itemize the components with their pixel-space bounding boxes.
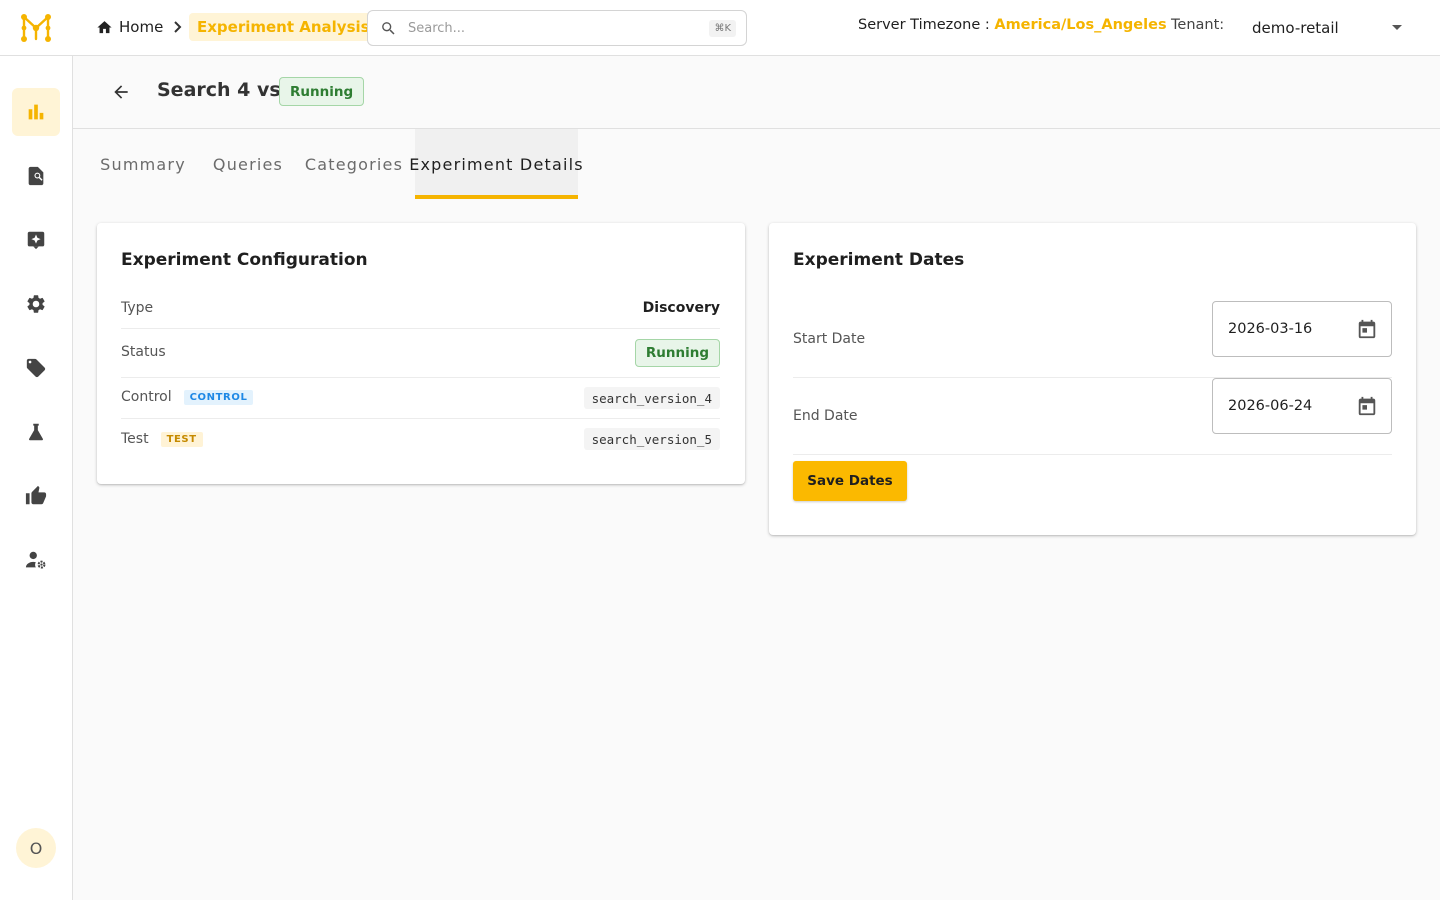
start-date-row: Start Date 2026-03-16 bbox=[793, 301, 1392, 378]
start-date-label: Start Date bbox=[793, 331, 866, 347]
gear-icon bbox=[27, 295, 45, 313]
control-chip: CONTROL bbox=[183, 389, 254, 405]
calendar-icon[interactable] bbox=[1356, 395, 1378, 417]
sidebar-item-settings[interactable] bbox=[12, 280, 60, 328]
status-badge: Running bbox=[634, 339, 720, 367]
sparkle-box-icon bbox=[27, 231, 45, 250]
tab-queries[interactable]: Queries bbox=[211, 129, 285, 199]
control-label: Control bbox=[121, 389, 172, 405]
tenant-label: Tenant: bbox=[1171, 17, 1225, 33]
chevron-right-icon bbox=[174, 21, 182, 33]
server-timezone: Server Timezone : America/Los_Angeles bbox=[858, 17, 1167, 33]
back-button[interactable] bbox=[109, 80, 133, 104]
status-label: Status bbox=[121, 344, 166, 360]
control-version-value: search_version_4 bbox=[583, 387, 720, 409]
sidebar-item-ai-boost[interactable] bbox=[12, 216, 60, 264]
document-search-icon bbox=[28, 166, 44, 186]
sidebar-item-tags[interactable] bbox=[12, 344, 60, 392]
tab-categories[interactable]: Categories bbox=[304, 129, 404, 199]
end-date-label: End Date bbox=[793, 408, 858, 424]
test-version-value: search_version_5 bbox=[583, 428, 720, 450]
config-row-type: Type Discovery bbox=[121, 293, 720, 329]
timezone-value: America/Los_Angeles bbox=[994, 17, 1167, 33]
dropdown-arrow-icon bbox=[1392, 25, 1402, 30]
tab-bar: Summary Queries Categories Experiment De… bbox=[73, 129, 1440, 199]
thumbs-up-icon bbox=[25, 485, 47, 505]
config-row-control: Control CONTROL search_version_4 bbox=[121, 378, 720, 419]
tab-label: Summary bbox=[100, 154, 186, 174]
experiment-configuration-card: Experiment Configuration Type Discovery … bbox=[97, 223, 745, 484]
card-title: Experiment Configuration bbox=[121, 250, 368, 270]
bar-chart-icon bbox=[28, 104, 44, 120]
search-shortcut-hint: ⌘K bbox=[709, 20, 736, 37]
tenant-value: demo-retail bbox=[1252, 19, 1339, 37]
config-row-status: Status Running bbox=[121, 329, 720, 378]
start-date-input[interactable]: 2026-03-16 bbox=[1212, 301, 1392, 357]
calendar-icon[interactable] bbox=[1356, 318, 1378, 340]
breadcrumb-home[interactable]: Home bbox=[96, 16, 163, 38]
test-label: Test bbox=[121, 431, 149, 447]
user-gear-icon bbox=[25, 551, 46, 569]
config-row-test: Test TEST search_version_5 bbox=[121, 419, 720, 460]
tab-label: Queries bbox=[212, 154, 284, 174]
avatar-initial: O bbox=[29, 838, 43, 858]
breadcrumb-current-label: Experiment Analysis bbox=[197, 18, 370, 36]
type-label: Type bbox=[121, 300, 154, 316]
sidebar: O bbox=[0, 56, 73, 900]
sidebar-item-user-settings[interactable] bbox=[12, 536, 60, 584]
search-icon bbox=[382, 22, 395, 35]
sidebar-item-search-insights[interactable] bbox=[12, 152, 60, 200]
tab-label: Categories bbox=[304, 154, 404, 174]
flask-icon bbox=[28, 423, 44, 441]
global-search[interactable]: ⌘K bbox=[367, 10, 747, 46]
sidebar-item-analytics[interactable] bbox=[12, 88, 60, 136]
arrow-back-icon bbox=[114, 85, 128, 99]
experiment-dates-card: Experiment Dates Start Date 2026-03-16 E… bbox=[769, 223, 1416, 535]
tab-summary[interactable]: Summary bbox=[100, 129, 186, 199]
save-dates-button[interactable]: Save Dates bbox=[793, 461, 907, 501]
tenant-select[interactable]: demo-retail bbox=[1240, 10, 1416, 46]
page-header: Search 4 vs 5 Running bbox=[73, 56, 1440, 129]
breadcrumb-home-label: Home bbox=[119, 18, 164, 36]
app-logo-icon[interactable] bbox=[20, 13, 52, 43]
user-avatar[interactable]: O bbox=[16, 828, 56, 868]
tab-experiment-details[interactable]: Experiment Details bbox=[409, 129, 583, 199]
timezone-label: Server Timezone : bbox=[858, 17, 990, 33]
end-date-row: End Date 2026-06-24 bbox=[793, 378, 1392, 455]
sidebar-item-feedback[interactable] bbox=[12, 472, 60, 520]
top-bar: Home Experiment Analysis ⌘K Server Timez… bbox=[0, 0, 1440, 56]
status-badge: Running bbox=[279, 77, 365, 106]
type-value: Discovery bbox=[642, 300, 720, 316]
control-label-group: Control CONTROL bbox=[121, 389, 254, 405]
end-date-input[interactable]: 2026-06-24 bbox=[1212, 378, 1392, 434]
test-chip: TEST bbox=[160, 431, 203, 447]
home-icon bbox=[97, 20, 112, 33]
sidebar-item-experiments[interactable] bbox=[12, 408, 60, 456]
breadcrumb-current: Experiment Analysis bbox=[189, 13, 378, 41]
start-date-value: 2026-03-16 bbox=[1228, 321, 1313, 337]
search-input[interactable] bbox=[408, 18, 698, 38]
tab-label: Experiment Details bbox=[409, 154, 584, 174]
tag-icon bbox=[26, 358, 46, 378]
end-date-value: 2026-06-24 bbox=[1228, 398, 1313, 414]
card-title: Experiment Dates bbox=[793, 250, 965, 270]
test-label-group: Test TEST bbox=[121, 431, 203, 447]
